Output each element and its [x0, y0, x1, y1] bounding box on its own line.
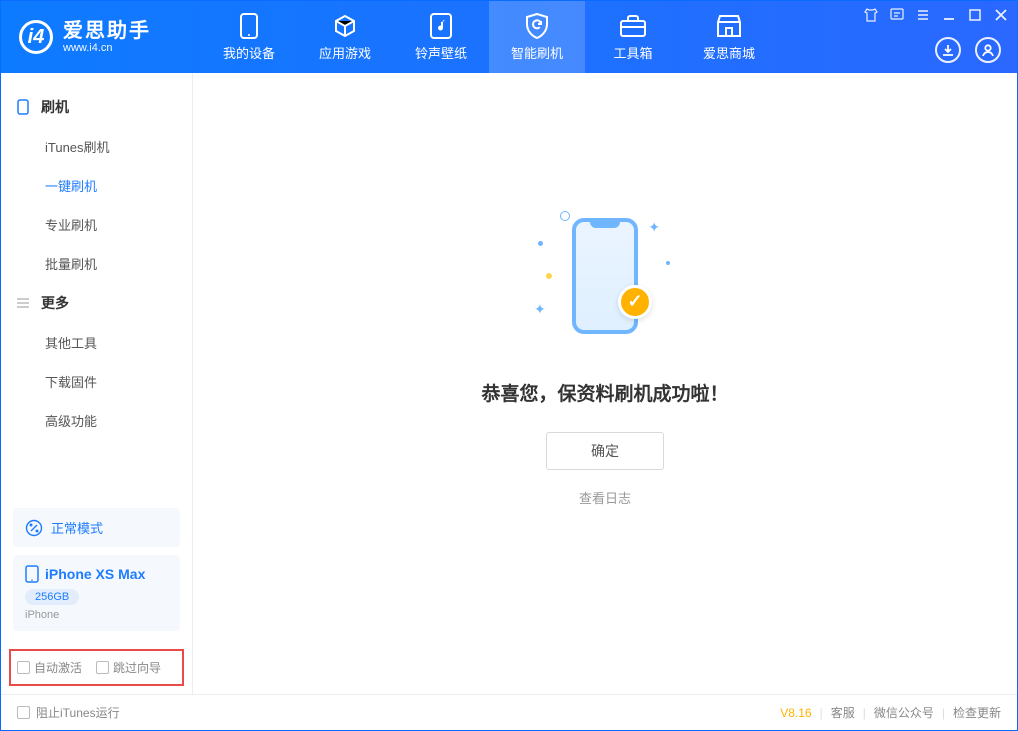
- music-file-icon: [428, 13, 454, 39]
- separator: |: [820, 706, 823, 720]
- success-illustration: ✦ ✦ ✓: [530, 201, 680, 351]
- device-icon: [25, 565, 39, 583]
- shirt-icon[interactable]: [863, 7, 879, 23]
- nav-tab-label: 智能刷机: [511, 43, 563, 62]
- checkbox-skip-guide[interactable]: 跳过向导: [96, 659, 161, 676]
- sidebar-group-title: 更多: [41, 293, 69, 313]
- main-nav: 我的设备 应用游戏 铃声壁纸 智能刷机 工具箱 爱思商城: [201, 1, 777, 73]
- device-card[interactable]: iPhone XS Max 256GB iPhone: [13, 555, 180, 631]
- footer-block-itunes[interactable]: 阻止iTunes运行: [17, 704, 120, 721]
- mode-card[interactable]: 正常模式: [13, 508, 180, 547]
- menu-icon[interactable]: [915, 7, 931, 23]
- header: i4 爱思助手 www.i4.cn 我的设备 应用游戏 铃声壁纸 智能刷机: [1, 1, 1017, 73]
- nav-tab-label: 爱思商城: [703, 43, 755, 62]
- footer-block-itunes-label: 阻止iTunes运行: [36, 704, 120, 721]
- sidebar-item-batch-flash[interactable]: 批量刷机: [1, 244, 192, 283]
- sidebar-item-advanced[interactable]: 高级功能: [1, 401, 192, 440]
- sidebar-item-itunes-flash[interactable]: iTunes刷机: [1, 127, 192, 166]
- version-label: V8.16: [780, 706, 811, 720]
- nav-tab-label: 我的设备: [223, 43, 275, 62]
- mode-label: 正常模式: [51, 518, 103, 537]
- logo-icon: i4: [19, 20, 53, 54]
- sidebar-item-download-firmware[interactable]: 下载固件: [1, 362, 192, 401]
- sparkle-icon: ✦: [648, 219, 660, 236]
- window-controls: [863, 7, 1009, 23]
- dot-icon: [666, 261, 670, 265]
- sidebar-checks-highlight: 自动激活 跳过向导: [9, 649, 184, 686]
- checkbox-icon: [17, 706, 30, 719]
- device-name: iPhone XS Max: [45, 566, 145, 582]
- checkbox-icon: [96, 661, 109, 674]
- nav-tab-label: 应用游戏: [319, 43, 371, 62]
- sparkle-icon: ✦: [534, 301, 546, 318]
- user-button[interactable]: [975, 37, 1001, 63]
- footer-right: V8.16 | 客服 | 微信公众号 | 检查更新: [780, 704, 1001, 721]
- footer-link-support[interactable]: 客服: [831, 704, 855, 721]
- mode-icon: [25, 519, 43, 537]
- dot-icon: [538, 241, 543, 246]
- success-check-icon: ✓: [618, 285, 652, 319]
- maximize-icon[interactable]: [967, 7, 983, 23]
- header-right-buttons: [935, 37, 1001, 63]
- minimize-icon[interactable]: [941, 7, 957, 23]
- sidebar: 刷机 iTunes刷机 一键刷机 专业刷机 批量刷机 更多 其他工具 下载固件 …: [1, 73, 193, 694]
- separator: |: [863, 706, 866, 720]
- toolbox-icon: [620, 13, 646, 39]
- device-name-row: iPhone XS Max: [25, 565, 168, 583]
- sidebar-group-more[interactable]: 更多: [1, 283, 192, 323]
- nav-tab-label: 铃声壁纸: [415, 43, 467, 62]
- logo-block: i4 爱思助手 www.i4.cn: [1, 20, 201, 54]
- body: 刷机 iTunes刷机 一键刷机 专业刷机 批量刷机 更多 其他工具 下载固件 …: [1, 73, 1017, 694]
- list-icon: [15, 295, 31, 311]
- view-log-link[interactable]: 查看日志: [579, 488, 631, 507]
- close-icon[interactable]: [993, 7, 1009, 23]
- sidebar-group-title: 刷机: [41, 97, 69, 117]
- footer: 阻止iTunes运行 V8.16 | 客服 | 微信公众号 | 检查更新: [1, 694, 1017, 730]
- sidebar-item-pro-flash[interactable]: 专业刷机: [1, 205, 192, 244]
- checkbox-label: 跳过向导: [113, 659, 161, 676]
- sidebar-item-other-tools[interactable]: 其他工具: [1, 323, 192, 362]
- shop-icon: [716, 13, 742, 39]
- sidebar-item-oneclick-flash[interactable]: 一键刷机: [1, 166, 192, 205]
- device-icon: [236, 13, 262, 39]
- checkbox-icon: [17, 661, 30, 674]
- sidebar-bottom: 正常模式 iPhone XS Max 256GB iPhone: [1, 508, 192, 647]
- device-capacity: 256GB: [25, 589, 79, 605]
- app-subtitle: www.i4.cn: [63, 42, 151, 54]
- download-button[interactable]: [935, 37, 961, 63]
- feedback-icon[interactable]: [889, 7, 905, 23]
- device-type: iPhone: [25, 609, 168, 621]
- nav-tab-store[interactable]: 爱思商城: [681, 1, 777, 73]
- nav-tab-toolbox[interactable]: 工具箱: [585, 1, 681, 73]
- app-title: 爱思助手: [63, 20, 151, 42]
- nav-tab-flash[interactable]: 智能刷机: [489, 1, 585, 73]
- nav-tab-ringtones[interactable]: 铃声壁纸: [393, 1, 489, 73]
- nav-tab-device[interactable]: 我的设备: [201, 1, 297, 73]
- app-window: i4 爱思助手 www.i4.cn 我的设备 应用游戏 铃声壁纸 智能刷机: [0, 0, 1018, 731]
- footer-link-update[interactable]: 检查更新: [953, 704, 1001, 721]
- phone-outline-icon: [15, 99, 31, 115]
- cube-icon: [332, 13, 358, 39]
- main-content: ✦ ✦ ✓ 恭喜您，保资料刷机成功啦！ 确定 查看日志: [193, 73, 1017, 694]
- dot-icon: [546, 273, 552, 279]
- confirm-button[interactable]: 确定: [546, 432, 664, 470]
- sidebar-group-flash[interactable]: 刷机: [1, 87, 192, 127]
- dot-icon: [560, 211, 570, 221]
- separator: |: [942, 706, 945, 720]
- nav-tab-label: 工具箱: [613, 43, 652, 62]
- success-message: 恭喜您，保资料刷机成功啦！: [481, 379, 728, 406]
- checkbox-auto-activate[interactable]: 自动激活: [17, 659, 82, 676]
- phone-notch: [590, 222, 620, 228]
- footer-link-wechat[interactable]: 微信公众号: [874, 704, 934, 721]
- shield-refresh-icon: [524, 13, 550, 39]
- checkbox-label: 自动激活: [34, 659, 82, 676]
- nav-tab-apps[interactable]: 应用游戏: [297, 1, 393, 73]
